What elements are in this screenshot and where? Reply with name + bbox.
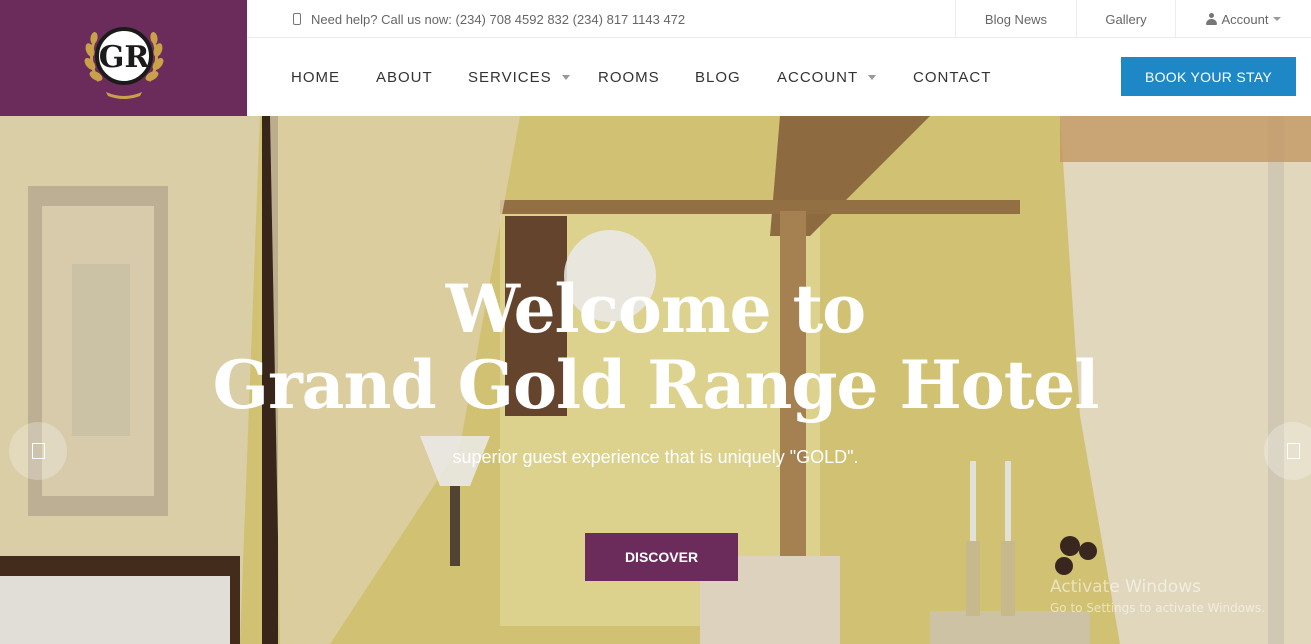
watermark-line1: Activate Windows: [1050, 577, 1201, 597]
brand-logo[interactable]: GR: [0, 0, 247, 116]
discover-button[interactable]: DISCOVER: [585, 533, 738, 581]
nav-about-label: ABOUT: [376, 68, 433, 86]
nav-services-label: SERVICES: [468, 68, 552, 86]
watermark-line2: Go to Settings to activate Windows.: [1050, 601, 1265, 615]
top-bar: Need help? Call us now: (234) 708 4592 8…: [247, 0, 1311, 38]
gallery-link[interactable]: Gallery: [1076, 0, 1175, 38]
nav-rooms[interactable]: ROOMS: [598, 38, 660, 116]
nav-account[interactable]: ACCOUNT: [777, 38, 877, 116]
help-line: Need help? Call us now: (234) 708 4592 8…: [293, 0, 685, 38]
nav-home-label: HOME: [291, 68, 340, 86]
chevron-left-icon: [31, 443, 45, 459]
hero-title: Welcome to Grand Gold Range Hotel: [0, 271, 1311, 423]
slider-prev-button[interactable]: [9, 422, 67, 480]
user-icon: [1205, 13, 1217, 25]
nav-contact-label: CONTACT: [913, 68, 992, 86]
account-dropdown[interactable]: Account: [1175, 0, 1311, 38]
nav-rooms-label: ROOMS: [598, 68, 660, 86]
nav-contact[interactable]: CONTACT: [913, 38, 991, 116]
help-text: Need help? Call us now: (234) 708 4592 8…: [311, 11, 686, 27]
caret-down-icon: [868, 74, 877, 80]
nav-blog-label: BLOG: [695, 68, 741, 86]
nav-about[interactable]: ABOUT: [376, 38, 433, 116]
blog-news-label: Blog News: [984, 11, 1048, 27]
hero-title-line2: Grand Gold Range Hotel: [212, 346, 1100, 424]
nav-account-label: ACCOUNT: [777, 68, 859, 86]
nav-services[interactable]: SERVICES: [468, 38, 570, 116]
phone-icon: [293, 13, 301, 25]
hero-slider: Welcome to Grand Gold Range Hotel superi…: [0, 116, 1311, 644]
hero-title-line1: Welcome to: [445, 270, 866, 348]
windows-activation-watermark: Activate Windows Go to Settings to activ…: [1050, 577, 1265, 615]
chevron-right-icon: [1286, 443, 1300, 459]
account-label: Account: [1221, 11, 1269, 27]
logo-emblem-icon: GR: [84, 27, 163, 99]
caret-down-icon: [1273, 17, 1282, 21]
nav-home[interactable]: HOME: [291, 38, 340, 116]
main-nav: HOME ABOUT SERVICES ROOMS BLOG ACCOUNT C…: [247, 38, 1311, 116]
top-links: Blog News Gallery Account: [955, 0, 1311, 38]
caret-down-icon: [561, 74, 570, 80]
blog-news-link[interactable]: Blog News: [955, 0, 1076, 38]
gallery-label: Gallery: [1105, 11, 1147, 27]
nav-blog[interactable]: BLOG: [695, 38, 741, 116]
book-your-stay-button[interactable]: BOOK YOUR STAY: [1121, 57, 1296, 96]
svg-text:GR: GR: [98, 40, 150, 75]
hero-subtitle: superior guest experience that is unique…: [452, 447, 859, 467]
